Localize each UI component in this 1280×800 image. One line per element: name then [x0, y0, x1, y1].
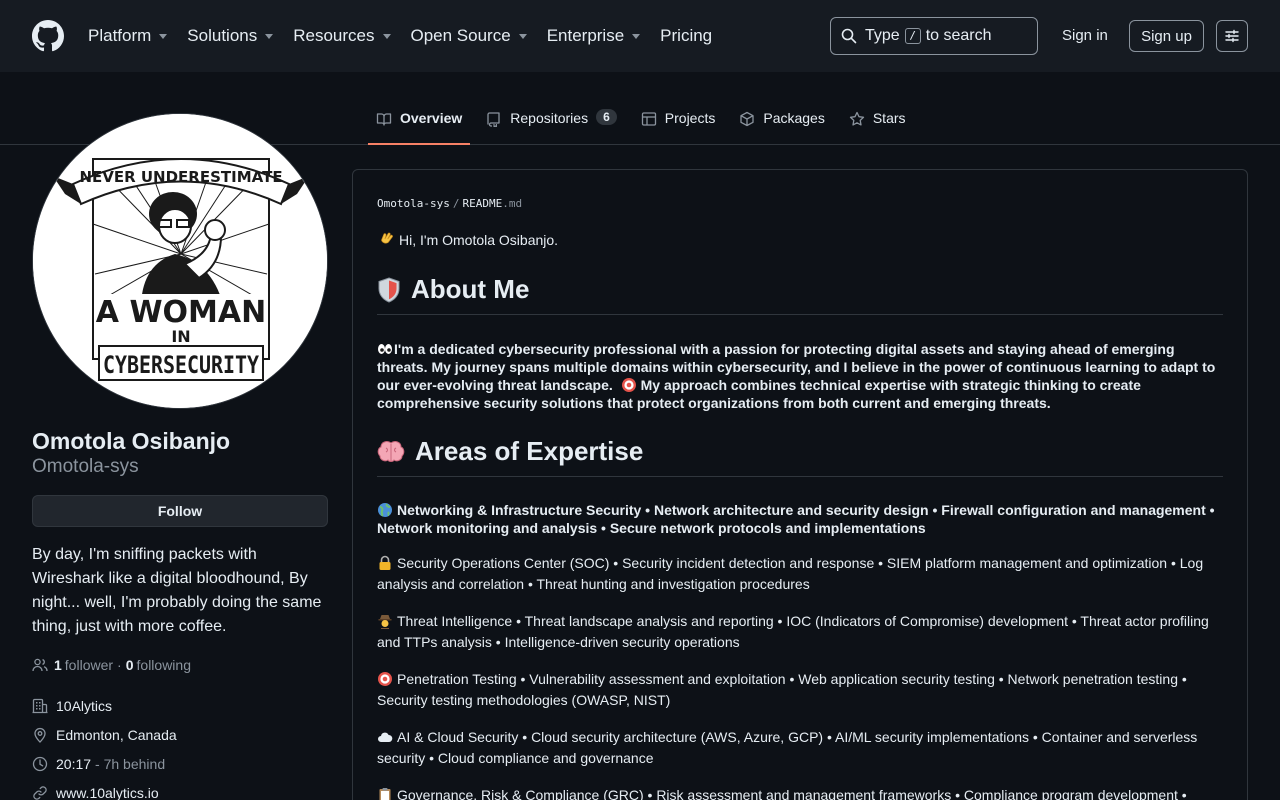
- chevron-down-icon: [265, 33, 274, 39]
- profile-bio: By day, I'm sniffing packets with Wiresh…: [32, 546, 322, 635]
- target-icon: [621, 378, 636, 392]
- github-logo-icon[interactable]: [32, 20, 64, 52]
- link-icon: [33, 786, 47, 800]
- people-icon: [32, 658, 48, 672]
- tab-packages[interactable]: Packages: [731, 100, 832, 144]
- profile-website[interactable]: www.10alytics.io: [32, 785, 159, 800]
- table-icon: [641, 112, 656, 126]
- main-nav: Platform Solutions Resources Open Source…: [88, 0, 732, 72]
- expertise-threat-intel: Threat Intelligence • Threat landscape a…: [377, 613, 1209, 650]
- readme-greeting: Hi, I'm Omotola Osibanjo.: [377, 228, 1223, 252]
- search-suffix: to search: [925, 27, 992, 44]
- search-icon: [841, 28, 857, 44]
- expertise-networking: Networking & Infrastructure Security • N…: [377, 502, 1215, 536]
- site-header: Platform Solutions Resources Open Source…: [0, 0, 1280, 72]
- areas-of-expertise-heading: Areas of Expertise: [377, 436, 1223, 477]
- shield-icon: [378, 276, 400, 303]
- clipboard-icon: [379, 788, 391, 800]
- avatar-in-text: IN: [171, 327, 190, 346]
- readme-file-link[interactable]: README.md: [462, 197, 522, 210]
- nav-open-source[interactable]: Open Source: [411, 26, 527, 46]
- expertise-pentest: Penetration Testing • Vulnerability asse…: [377, 671, 1187, 708]
- expertise-ai-cloud: AI & Cloud Security • Cloud security arc…: [377, 729, 1198, 766]
- search-shortcut-key: /: [904, 28, 921, 44]
- avatar[interactable]: NEVER UNDERESTIMATE A WOMAN IN CYBERSECU…: [32, 113, 328, 409]
- expertise-grc: Governance, Risk & Compliance (GRC) • Ri…: [377, 785, 1223, 800]
- profile-username: Omotola-sys: [32, 456, 139, 477]
- profile-company: 10Alytics: [32, 698, 112, 714]
- followers-row: 1 follower · 0 following: [32, 657, 191, 673]
- tab-projects[interactable]: Projects: [633, 100, 724, 144]
- profile-local-time: 20:17 - 7h behind: [32, 756, 165, 772]
- sliders-icon: [1225, 29, 1239, 43]
- tab-stars[interactable]: Stars: [841, 100, 914, 144]
- search-prefix: Type: [865, 27, 900, 44]
- avatar-bottom-text: CYBERSECURITY: [103, 351, 259, 379]
- nav-pricing[interactable]: Pricing: [660, 26, 712, 46]
- target-icon: [378, 672, 392, 686]
- globe-icon: [378, 503, 392, 517]
- nav-solutions[interactable]: Solutions: [187, 26, 274, 46]
- clock-icon: [32, 756, 48, 772]
- repo-icon: [487, 112, 500, 127]
- search-input[interactable]: Type / to search: [830, 17, 1038, 55]
- appearance-settings-button[interactable]: [1216, 20, 1248, 52]
- chevron-down-icon: [518, 33, 527, 39]
- expertise-soc: Security Operations Center (SOC) • Secur…: [377, 555, 1204, 592]
- nav-resources[interactable]: Resources: [293, 26, 391, 46]
- brain-icon: [377, 440, 405, 462]
- avatar-banner-text: NEVER UNDERESTIMATE: [79, 168, 282, 186]
- avatar-illustration: NEVER UNDERESTIMATE A WOMAN IN CYBERSECU…: [33, 114, 327, 408]
- package-icon: [740, 111, 755, 127]
- readme-content: Hi, I'm Omotola Osibanjo. About Me I'm a…: [377, 228, 1223, 800]
- about-me-heading: About Me: [377, 274, 1223, 315]
- following-link[interactable]: 0 following: [126, 657, 191, 673]
- readme-path: Omotola-sys / README.md: [377, 197, 523, 210]
- chevron-down-icon: [382, 33, 391, 39]
- profile-location: Edmonton, Canada: [32, 727, 177, 743]
- waving-hand-icon: [381, 232, 393, 244]
- tab-repositories[interactable]: Repositories 6: [478, 100, 625, 144]
- nav-enterprise[interactable]: Enterprise: [547, 26, 641, 46]
- follow-button[interactable]: Follow: [32, 495, 328, 527]
- tab-overview[interactable]: Overview: [368, 100, 471, 145]
- star-icon: [849, 111, 864, 126]
- avatar-headline-text: A WOMAN: [96, 295, 266, 330]
- readme-owner-link[interactable]: Omotola-sys: [377, 197, 450, 210]
- about-me-text: I'm a dedicated cybersecurity profession…: [377, 341, 1216, 411]
- book-icon: [376, 113, 392, 126]
- profile-name: Omotola Osibanjo: [32, 428, 231, 454]
- sign-in-link[interactable]: Sign in: [1062, 27, 1108, 44]
- separator-dot: ·: [117, 657, 122, 673]
- location-icon: [34, 727, 46, 743]
- chevron-down-icon: [159, 33, 168, 39]
- nav-platform[interactable]: Platform: [88, 26, 168, 46]
- detective-icon: [378, 615, 392, 629]
- chevron-down-icon: [632, 33, 641, 39]
- cloud-icon: [378, 732, 393, 742]
- followers-link[interactable]: 1 follower: [54, 657, 113, 673]
- organization-icon: [32, 698, 48, 714]
- eyes-icon: [378, 344, 392, 354]
- lock-icon: [379, 555, 391, 570]
- profile-tabs: Overview Repositories 6 Projects Package…: [368, 100, 922, 145]
- sign-up-button[interactable]: Sign up: [1129, 20, 1204, 52]
- repositories-count-badge: 6: [596, 109, 617, 125]
- profile-readme: Omotola-sys / README.md Hi, I'm Omotola Os…: [352, 169, 1248, 800]
